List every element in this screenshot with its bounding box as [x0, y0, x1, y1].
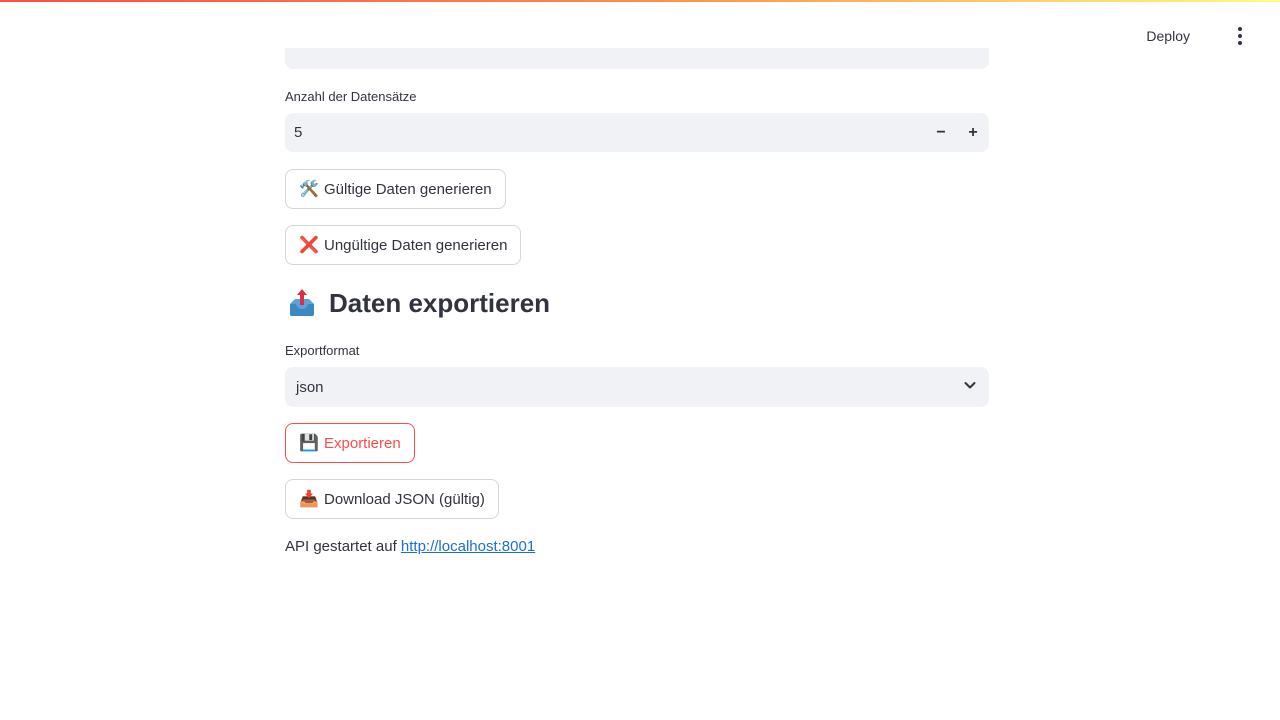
export-format-value: json: [296, 378, 324, 396]
page-section-title: Daten exportieren: [329, 287, 551, 318]
generate-valid-data-button[interactable]: 🛠️ Gültige Daten generieren: [285, 169, 506, 209]
menu-dot: [1238, 27, 1242, 31]
floppy-disk-icon: 💾: [299, 435, 319, 452]
tools-icon: 🛠️: [299, 181, 319, 198]
inbox-tray-icon: 📥: [299, 491, 319, 508]
cross-mark-icon: ❌: [299, 237, 319, 254]
kebab-menu-icon[interactable]: [1226, 24, 1254, 48]
export-button-label: Exportieren: [324, 434, 401, 452]
download-json-button[interactable]: 📥 Download JSON (gültig): [285, 479, 499, 519]
records-count-stepper: 5 − +: [285, 113, 989, 152]
export-button[interactable]: 💾 Exportieren: [285, 423, 415, 463]
records-count-label: Anzahl der Datensätze: [285, 89, 417, 104]
decrement-button[interactable]: −: [925, 113, 957, 152]
outbox-tray-icon: [285, 286, 319, 320]
chevron-down-icon: [963, 378, 977, 397]
export-format-label: Exportformat: [285, 343, 360, 358]
download-json-label: Download JSON (gültig): [324, 490, 485, 508]
menu-dot: [1238, 34, 1242, 38]
records-count-input[interactable]: 5: [285, 124, 925, 141]
export-section-heading: Daten exportieren: [285, 286, 550, 320]
deploy-button[interactable]: Deploy: [1114, 24, 1190, 48]
generate-invalid-data-label: Ungültige Daten generieren: [324, 236, 508, 254]
api-status-prefix: API gestartet auf: [285, 538, 401, 555]
api-url-link[interactable]: http://localhost:8001: [401, 538, 535, 555]
menu-dot: [1238, 41, 1242, 45]
export-format-select[interactable]: json: [285, 367, 989, 407]
generate-valid-data-label: Gültige Daten generieren: [324, 180, 492, 198]
api-status-text: API gestartet auf http://localhost:8001: [285, 538, 535, 555]
generate-invalid-data-button[interactable]: ❌ Ungültige Daten generieren: [285, 225, 522, 265]
increment-button[interactable]: +: [957, 113, 989, 152]
previous-input-field[interactable]: [285, 48, 989, 69]
